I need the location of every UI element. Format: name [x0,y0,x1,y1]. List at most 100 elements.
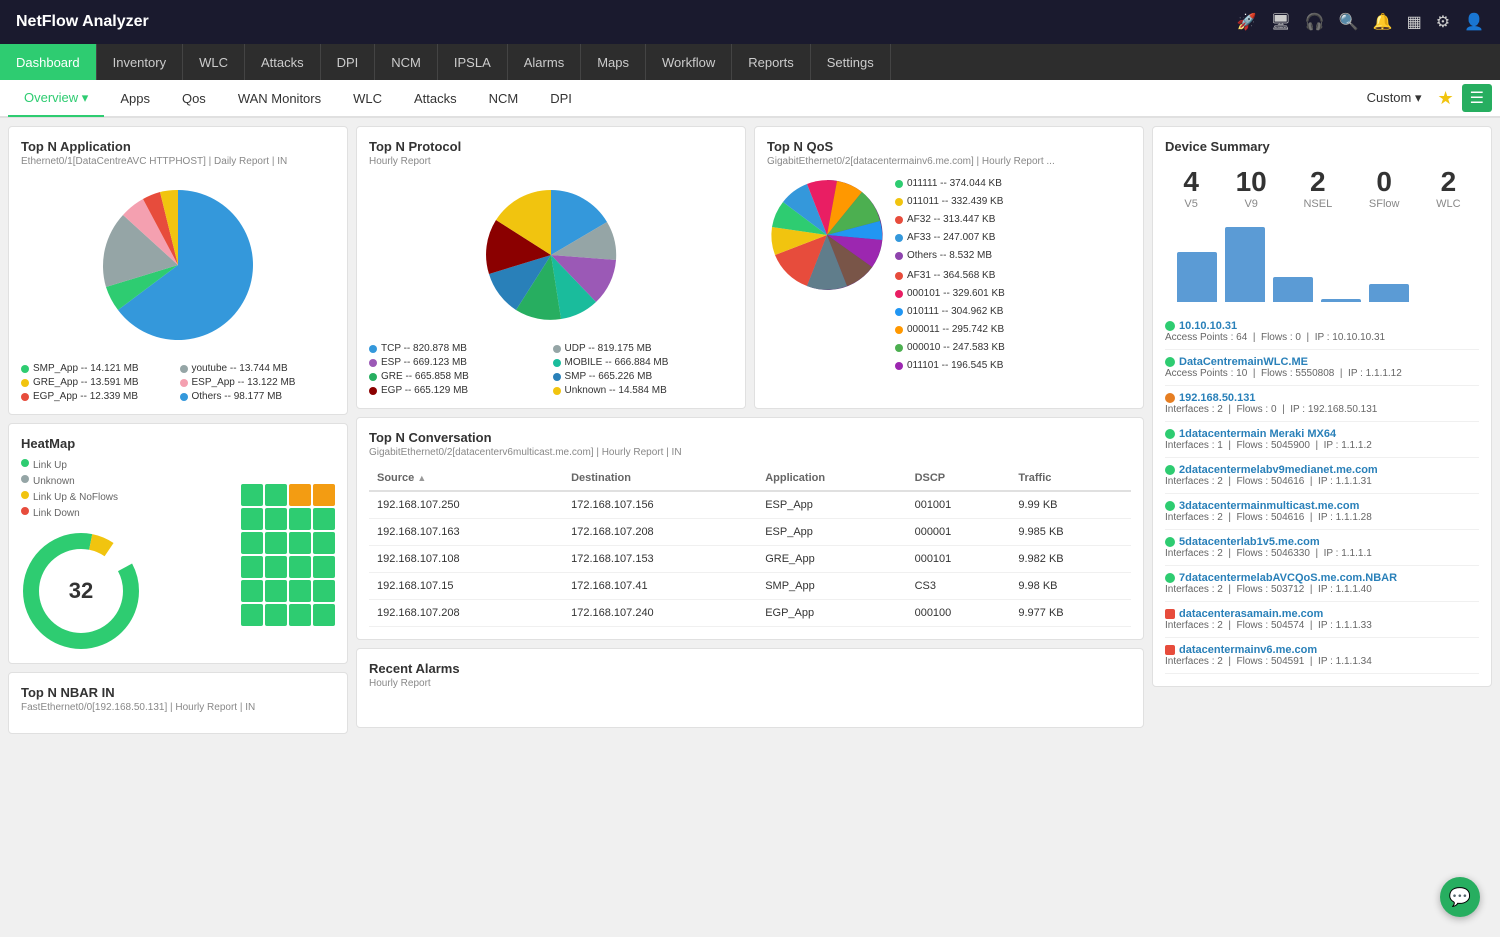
device-name-4[interactable]: 2datacentermelabv9medianet.me.com [1165,464,1479,476]
device-name-6[interactable]: 5datacenterlab1v5.me.com [1165,536,1479,548]
nav-inventory[interactable]: Inventory [97,44,183,80]
nav-settings[interactable]: Settings [811,44,891,80]
col-destination[interactable]: Destination [563,466,757,491]
monitor-icon[interactable]: 🖥 [1271,12,1291,32]
legend-dot-mobile [553,359,561,367]
headphones-icon[interactable]: 🎧 [1305,12,1325,32]
dst-2: 172.168.107.153 [563,546,757,573]
hm-cell-1 [265,484,287,506]
hm-cell-19 [313,580,335,602]
device-name-3[interactable]: 1datacentermain Meraki MX64 [1165,428,1479,440]
device-item-7: 7datacentermelabAVCQoS.me.com.NBAR Inter… [1165,566,1479,602]
status-dot-5 [1165,501,1175,511]
recent-alarms-subtitle: Hourly Report [369,678,1131,689]
device-name-7[interactable]: 7datacentermelabAVCQoS.me.com.NBAR [1165,572,1479,584]
legend-label-tcp: TCP -- 820.878 MB [381,343,467,354]
dot-noflow [21,491,29,499]
nav-alarms[interactable]: Alarms [508,44,581,80]
nav-workflow[interactable]: Workflow [646,44,732,80]
legend-dot-tcp [369,345,377,353]
qos-rlabel5: 000010 -- 247.583 KB [907,339,1005,357]
subnav-qos[interactable]: Qos [166,81,222,117]
legend-unknown: Unknown [21,475,141,487]
device-name-text-6: 5datacenterlab1v5.me.com [1179,536,1320,548]
rocket-icon[interactable]: 🚀 [1237,12,1257,32]
hm-cell-3 [313,484,335,506]
search-icon[interactable]: 🔍 [1339,12,1359,32]
src-3: 192.168.107.15 [369,573,563,600]
subnav-dpi[interactable]: DPI [534,81,588,117]
stat-sflow: 0 SFlow [1369,166,1400,210]
grid-button[interactable]: ☰ [1462,84,1492,112]
subnav-attacks[interactable]: Attacks [398,81,473,117]
nav-wlc[interactable]: WLC [183,44,245,80]
col-source[interactable]: Source ▲ [369,466,563,491]
chat-button[interactable]: 💬 [1440,877,1480,917]
label-unknown: Unknown [33,476,75,487]
legend-youtube: youtube -- 13.744 MB [180,363,336,374]
device-name-1[interactable]: DataCentremainWLC.ME [1165,356,1479,368]
legend-gre: GRE_App -- 13.591 MB [21,377,177,388]
gear-icon[interactable]: ⚙ [1436,12,1450,32]
col-dscp[interactable]: DSCP [907,466,1011,491]
top-n-qos-card: Top N QoS GigabitEthernet0/2[datacenterm… [754,126,1144,409]
top-n-qos-subtitle: GigabitEthernet0/2[datacentermainv6.me.c… [767,156,1131,167]
legend-smp: SMP_App -- 14.121 MB [21,363,177,374]
dscp-0: 001001 [907,491,1011,519]
col-traffic[interactable]: Traffic [1010,466,1131,491]
nav-dpi[interactable]: DPI [321,44,376,80]
qos-rlabel2: 000101 -- 329.601 KB [907,285,1005,303]
heatmap-container: Link Up Unknown Link Up & NoFlows L [21,459,335,651]
legend-label-proto-smp: SMP -- 665.226 MB [565,371,653,382]
nav-maps[interactable]: Maps [581,44,646,80]
device-name-8[interactable]: datacenterasamain.me.com [1165,608,1479,620]
bell-icon[interactable]: 🔔 [1373,12,1393,32]
nav-attacks[interactable]: Attacks [245,44,321,80]
heatmap-legend: Link Up Unknown Link Up & NoFlows L [21,459,141,519]
subnav-ncm[interactable]: NCM [473,81,535,117]
legend-dot-gre [21,379,29,387]
app-4: EGP_App [757,600,906,627]
hm-cell-9 [265,532,287,554]
star-button[interactable]: ★ [1438,88,1454,109]
table-row: 192.168.107.250 172.168.107.156 ESP_App … [369,491,1131,519]
device-name-5[interactable]: 3datacentermainmulticast.me.com [1165,500,1479,512]
subnav-overview[interactable]: Overview ▾ [8,81,104,117]
subnav-wlc[interactable]: WLC [337,81,398,117]
qos-label4: AF33 -- 247.007 KB [907,229,995,247]
device-info-9: Interfaces : 2 | Flows : 504591 | IP : 1… [1165,656,1479,667]
table-row: 192.168.107.15 172.168.107.41 SMP_App CS… [369,573,1131,600]
qos-rlabel1: AF31 -- 364.568 KB [907,267,995,285]
hm-cell-21 [265,604,287,626]
device-stats: 4 V5 10 V9 2 NSEL 0 SFlow 2 WLC [1165,166,1479,210]
legend-label-proto-egp: EGP -- 665.129 MB [381,385,468,396]
nav-ncm[interactable]: NCM [375,44,438,80]
top-n-protocol-subtitle: Hourly Report [369,156,733,167]
device-name-2[interactable]: 192.168.50.131 [1165,392,1479,404]
device-name-0[interactable]: 10.10.10.31 [1165,320,1479,332]
traffic-2: 9.982 KB [1010,546,1131,573]
device-info-2: Interfaces : 2 | Flows : 0 | IP : 192.16… [1165,404,1479,415]
top-n-application-subtitle: Ethernet0/1[DataCentreAVC HTTPHOST] | Da… [21,156,335,167]
qos-pie-svg [767,175,887,295]
user-icon[interactable]: 👤 [1464,12,1484,32]
nav-dashboard[interactable]: Dashboard [0,44,97,80]
nav-ipsla[interactable]: IPSLA [438,44,508,80]
status-dot-8 [1165,609,1175,619]
subnav-custom[interactable]: Custom ▾ [1351,81,1438,117]
legend-label-esp: ESP_App -- 13.122 MB [192,377,296,388]
subnav-wan-monitors[interactable]: WAN Monitors [222,81,337,117]
dst-3: 172.168.107.41 [563,573,757,600]
device-name-9[interactable]: datacentermainv6.me.com [1165,644,1479,656]
app-2: GRE_App [757,546,906,573]
device-item-9: datacentermainv6.me.com Interfaces : 2 |… [1165,638,1479,674]
legend-label-proto-esp: ESP -- 669.123 MB [381,357,467,368]
subnav-apps[interactable]: Apps [104,81,166,117]
barcode-icon[interactable]: ▦ [1407,12,1422,32]
col-application[interactable]: Application [757,466,906,491]
hm-cell-14 [289,556,311,578]
stat-v5: 4 V5 [1183,166,1199,210]
conversation-table-body: 192.168.107.250 172.168.107.156 ESP_App … [369,491,1131,627]
legend-unknown: Unknown -- 14.584 MB [553,385,734,396]
nav-reports[interactable]: Reports [732,44,811,80]
